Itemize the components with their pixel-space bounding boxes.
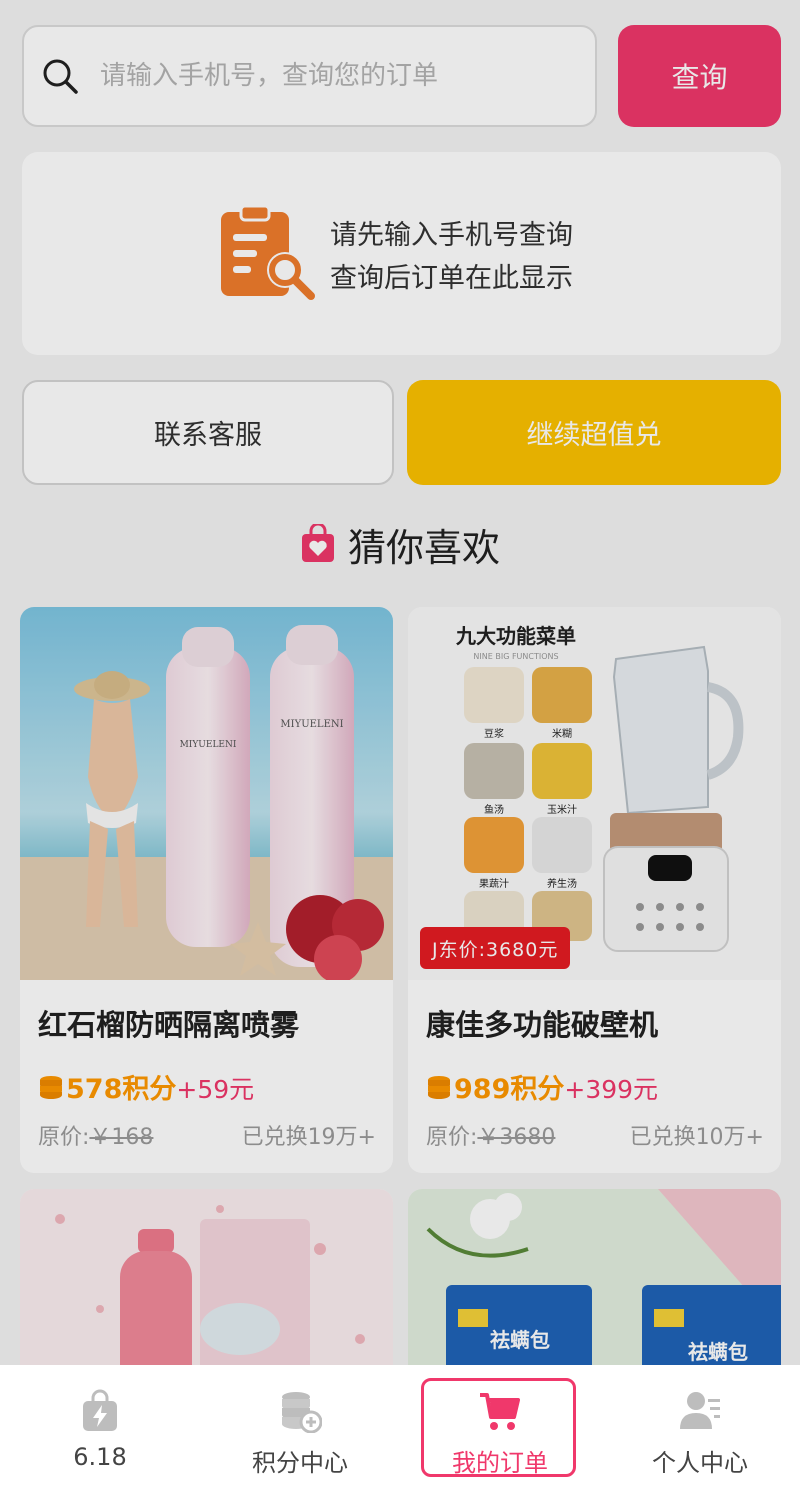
- dim-overlay: [0, 0, 800, 1365]
- bottom-tab-bar: 6.18 积分中心 我的订单 个人中心: [0, 1365, 800, 1485]
- order-query-page: 请输入手机号，查询您的订单 查询 请先输入手机号查询 查询后订单在此显示 联系客…: [0, 0, 800, 1485]
- tab-label: 个人中心: [652, 1449, 748, 1477]
- tab-label: 我的订单: [452, 1449, 548, 1477]
- tab-label: 积分中心: [252, 1449, 348, 1477]
- tab-label: 6.18: [73, 1443, 127, 1471]
- tab-personal-center[interactable]: 个人中心: [600, 1365, 800, 1485]
- cart-icon: [480, 1393, 520, 1430]
- tab-points-center[interactable]: 积分中心: [200, 1365, 400, 1485]
- tab-my-orders[interactable]: 我的订单: [400, 1365, 600, 1485]
- user-card-icon: [680, 1392, 720, 1429]
- lightning-bag-icon: [83, 1389, 117, 1431]
- coins-plus-icon: [282, 1392, 322, 1433]
- tab-618[interactable]: 6.18: [0, 1365, 200, 1485]
